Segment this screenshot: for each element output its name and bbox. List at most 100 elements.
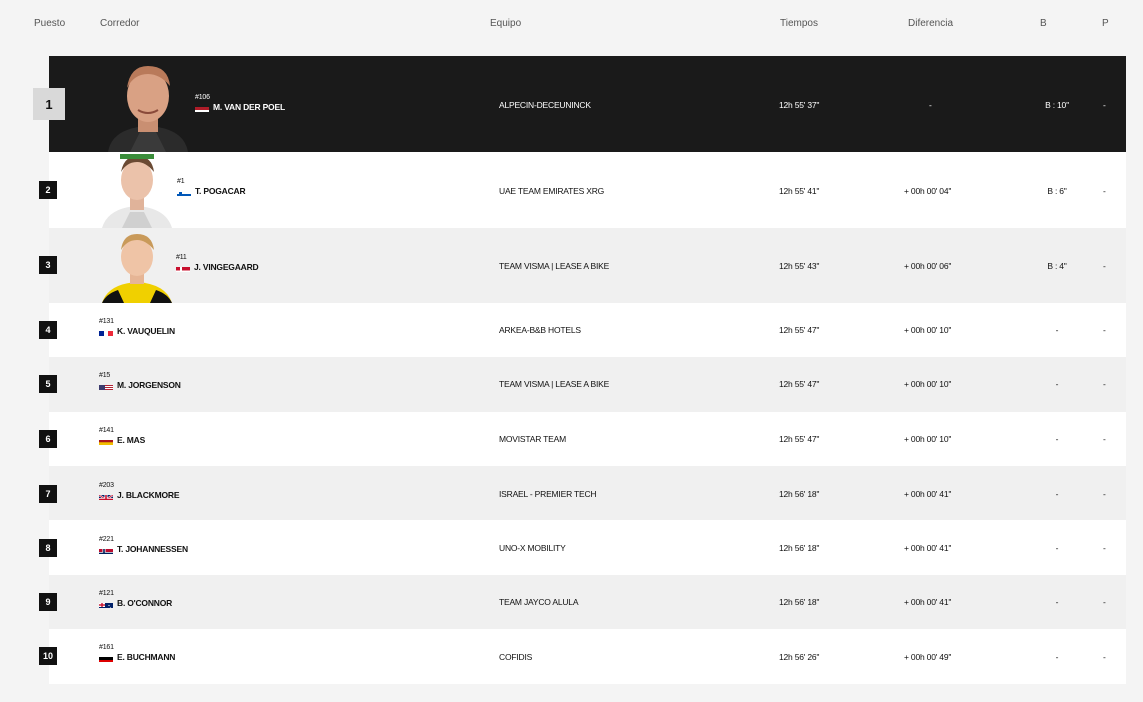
time-value: 12h 55' 47'' — [779, 325, 820, 335]
team-name[interactable]: COFIDIS — [499, 652, 532, 662]
team-name[interactable]: TEAM VISMA | LEASE A BIKE — [499, 379, 609, 389]
rank-badge: 8 — [39, 539, 57, 557]
table-row[interactable]: 10 #161 E. BUCHMANN COFIDIS 12h 56' 26''… — [39, 629, 1126, 684]
bonus-value: B : 10'' — [1045, 100, 1069, 110]
time-value: 12h 56' 18'' — [779, 489, 820, 499]
column-header-corredor[interactable]: Corredor — [100, 18, 139, 29]
column-header-b[interactable]: B — [1040, 18, 1047, 29]
bonus-value: - — [1055, 434, 1059, 444]
time-value: 12h 55' 47'' — [779, 379, 820, 389]
rider-info: #106 M. VAN DER POEL — [195, 94, 285, 112]
time-value: 12h 55' 41'' — [779, 186, 820, 196]
team-name[interactable]: UNO-X MOBILITY — [499, 543, 566, 553]
table-row[interactable]: 2 #1 T. POGACAR UAE TEAM EMIRATES XRG 12… — [39, 152, 1126, 228]
table-header: Puesto Corredor Equipo Tiempos Diferenci… — [0, 0, 1143, 48]
bib-number: #15 — [99, 372, 111, 379]
rider-info: #203 J. BLACKMORE — [99, 482, 179, 500]
bib-number: #11 — [176, 254, 187, 261]
penalty-value: - — [1103, 261, 1106, 271]
table-row[interactable]: 1 #106 M. VAN DER POEL ALPECIN-DECEUNINC… — [33, 56, 1126, 152]
column-header-diferencia[interactable]: Diferencia — [908, 18, 953, 29]
team-name[interactable]: ALPECIN-DECEUNINCK — [499, 100, 591, 110]
rank-badge: 4 — [39, 321, 57, 339]
rank-badge: 2 — [39, 181, 57, 199]
rider-info: #11 J. VINGEGAARD — [176, 254, 259, 272]
table-row[interactable]: 3 #11 J. VINGEGAARD TEAM VISMA | LEASE A… — [39, 228, 1126, 303]
norway-flag-icon — [99, 545, 113, 554]
usa-flag-icon — [99, 381, 113, 390]
penalty-value: - — [1103, 379, 1106, 389]
australia-flag-icon — [99, 599, 113, 608]
france-flag-icon — [99, 327, 113, 336]
team-name[interactable]: ISRAEL - PREMIER TECH — [499, 489, 597, 499]
rank-badge: 5 — [39, 375, 57, 393]
bib-number: #221 — [99, 536, 114, 543]
time-value: 12h 55' 43'' — [779, 261, 820, 271]
rider-name[interactable]: K. VAUQUELIN — [117, 326, 175, 336]
rank-badge: 6 — [39, 430, 57, 448]
bib-number: #121 — [99, 590, 114, 597]
penalty-value: - — [1103, 100, 1106, 110]
slovenia-flag-icon — [177, 187, 191, 196]
bonus-value: - — [1055, 489, 1059, 499]
time-value: 12h 56' 18'' — [779, 597, 820, 607]
bonus-value: B : 4'' — [1047, 261, 1067, 271]
team-name[interactable]: UAE TEAM EMIRATES XRG — [499, 186, 604, 196]
rider-info: #1 T. POGACAR — [177, 178, 246, 196]
bib-number: #131 — [99, 318, 114, 325]
rider-name[interactable]: E. MAS — [117, 435, 145, 445]
rider-name[interactable]: T. POGACAR — [195, 186, 246, 196]
rider-name[interactable]: T. JOHANNESSEN — [117, 544, 188, 554]
rider-name[interactable]: M. VAN DER POEL — [213, 102, 285, 112]
column-header-equipo[interactable]: Equipo — [490, 18, 521, 29]
rider-name[interactable]: B. O'CONNOR — [117, 598, 172, 608]
rank-badge: 1 — [33, 88, 65, 120]
team-name[interactable]: MOVISTAR TEAM — [499, 434, 566, 444]
difference-value: + 00h 00' 41'' — [904, 489, 952, 499]
bonus-value: - — [1055, 543, 1059, 553]
team-name[interactable]: TEAM JAYCO ALULA — [499, 597, 579, 607]
bonus-value: - — [1055, 652, 1059, 662]
table-row[interactable]: 7 #203 J. BLACKMORE ISRAEL - PREMIER TEC… — [39, 466, 1126, 520]
table-row[interactable]: 4 #131 K. VAUQUELIN ARKEA-B&B HOTELS 12h… — [39, 303, 1126, 357]
rank-badge: 3 — [39, 256, 57, 274]
column-header-p[interactable]: P — [1102, 18, 1109, 29]
rider-name[interactable]: J. BLACKMORE — [117, 490, 179, 500]
time-value: 12h 56' 18'' — [779, 543, 820, 553]
table-row[interactable]: 6 #141 E. MAS MOVISTAR TEAM 12h 55' 47''… — [39, 412, 1126, 466]
team-name[interactable]: ARKEA-B&B HOTELS — [499, 325, 581, 335]
rider-photo — [100, 232, 174, 303]
rider-info: #121 B. O'CONNOR — [99, 590, 172, 608]
time-value: 12h 55' 47'' — [779, 434, 820, 444]
column-header-puesto[interactable]: Puesto — [34, 18, 65, 29]
column-header-tiempos[interactable]: Tiempos — [780, 18, 818, 29]
bonus-value: - — [1055, 325, 1059, 335]
penalty-value: - — [1103, 489, 1106, 499]
spain-flag-icon — [99, 436, 113, 445]
bib-number: #1 — [177, 178, 185, 185]
difference-value: + 00h 00' 41'' — [904, 597, 952, 607]
rider-name[interactable]: E. BUCHMANN — [117, 652, 175, 662]
bonus-value: - — [1055, 597, 1059, 607]
team-name[interactable]: TEAM VISMA | LEASE A BIKE — [499, 261, 609, 271]
table-row[interactable]: 9 #121 B. O'CONNOR TEAM JAYCO ALULA 12h … — [39, 575, 1126, 629]
difference-value: + 00h 00' 49'' — [904, 652, 952, 662]
rider-name[interactable]: M. JORGENSON — [117, 380, 181, 390]
rider-photo — [100, 152, 174, 228]
penalty-value: - — [1103, 543, 1106, 553]
difference-value: + 00h 00' 10'' — [904, 434, 952, 444]
germany-flag-icon — [99, 653, 113, 662]
difference-value: + 00h 00' 06'' — [904, 261, 952, 271]
rider-name[interactable]: J. VINGEGAARD — [194, 262, 259, 272]
table-row[interactable]: 5 #15 M. JORGENSON TEAM VISMA | LEASE A … — [39, 357, 1126, 412]
uk-flag-icon — [99, 491, 113, 500]
denmark-flag-icon — [176, 263, 190, 272]
difference-value: + 00h 00' 10'' — [904, 325, 952, 335]
table-row[interactable]: 8 #221 T. JOHANNESSEN UNO-X MOBILITY 12h… — [39, 520, 1126, 575]
rank-badge: 10 — [39, 647, 57, 665]
netherlands-flag-icon — [195, 103, 209, 112]
rider-photo — [100, 60, 196, 152]
bib-number: #141 — [99, 427, 114, 434]
penalty-value: - — [1103, 325, 1106, 335]
time-value: 12h 55' 37'' — [779, 100, 820, 110]
